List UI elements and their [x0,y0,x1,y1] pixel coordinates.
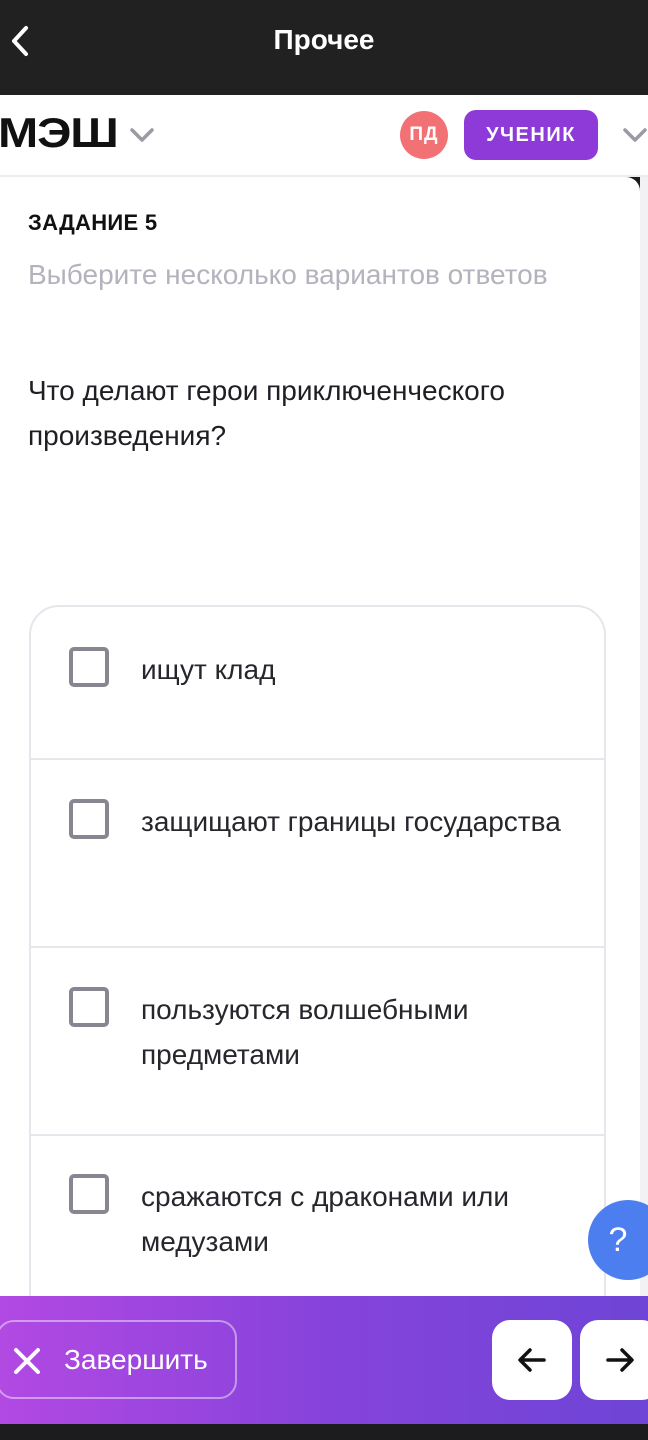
next-button[interactable] [580,1320,648,1400]
mesh-logo[interactable]: МЭШ [0,109,119,157]
answer-label: защищают границы государства [141,806,561,837]
answer-label: сражаются с драконами или медузами [141,1181,510,1257]
app-header: МЭШ ПД УЧЕНИК [0,95,648,177]
answer-option[interactable]: ищут клад [31,607,604,758]
answer-label: пользуются волшебными предметами [141,994,469,1070]
answer-checkbox[interactable] [69,1174,109,1214]
finish-label: Завершить [64,1344,208,1375]
avatar[interactable]: ПД [400,111,448,159]
page-title: Прочее [273,24,375,55]
chevron-down-icon[interactable] [128,123,156,147]
answer-option[interactable]: защищают границы государства [31,758,604,946]
answer-checkbox[interactable] [69,987,109,1027]
arrow-right-icon [606,1348,634,1372]
answer-option[interactable]: сражаются с драконами или медузами [31,1134,604,1296]
task-hint: Выберите несколько вариантов ответов [28,259,548,290]
answer-label: ищут клад [141,654,276,685]
system-nav-strip [0,1424,648,1440]
bottom-bar: Завершить [0,1296,648,1424]
answer-option[interactable]: пользуются волшебными предметами [31,946,604,1134]
finish-button[interactable]: Завершить [0,1320,237,1399]
answer-checkbox[interactable] [69,647,109,687]
task-card: ЗАДАНИЕ 5 Выберите несколько вариантов о… [0,177,640,1296]
prev-button[interactable] [492,1320,572,1400]
arrow-left-icon [518,1348,546,1372]
answer-checkbox[interactable] [69,799,109,839]
role-badge[interactable]: УЧЕНИК [464,110,598,160]
task-number: ЗАДАНИЕ 5 [28,210,158,235]
question-text: Что делают герои приключенческого произв… [28,375,505,451]
chevron-down-icon[interactable] [620,123,648,147]
answer-list: ищут клад защищают границы государства п… [29,605,606,1296]
help-label: ? [608,1220,628,1259]
close-icon [14,1348,40,1374]
page-background [640,177,648,1296]
top-bar: Прочее [0,0,648,95]
